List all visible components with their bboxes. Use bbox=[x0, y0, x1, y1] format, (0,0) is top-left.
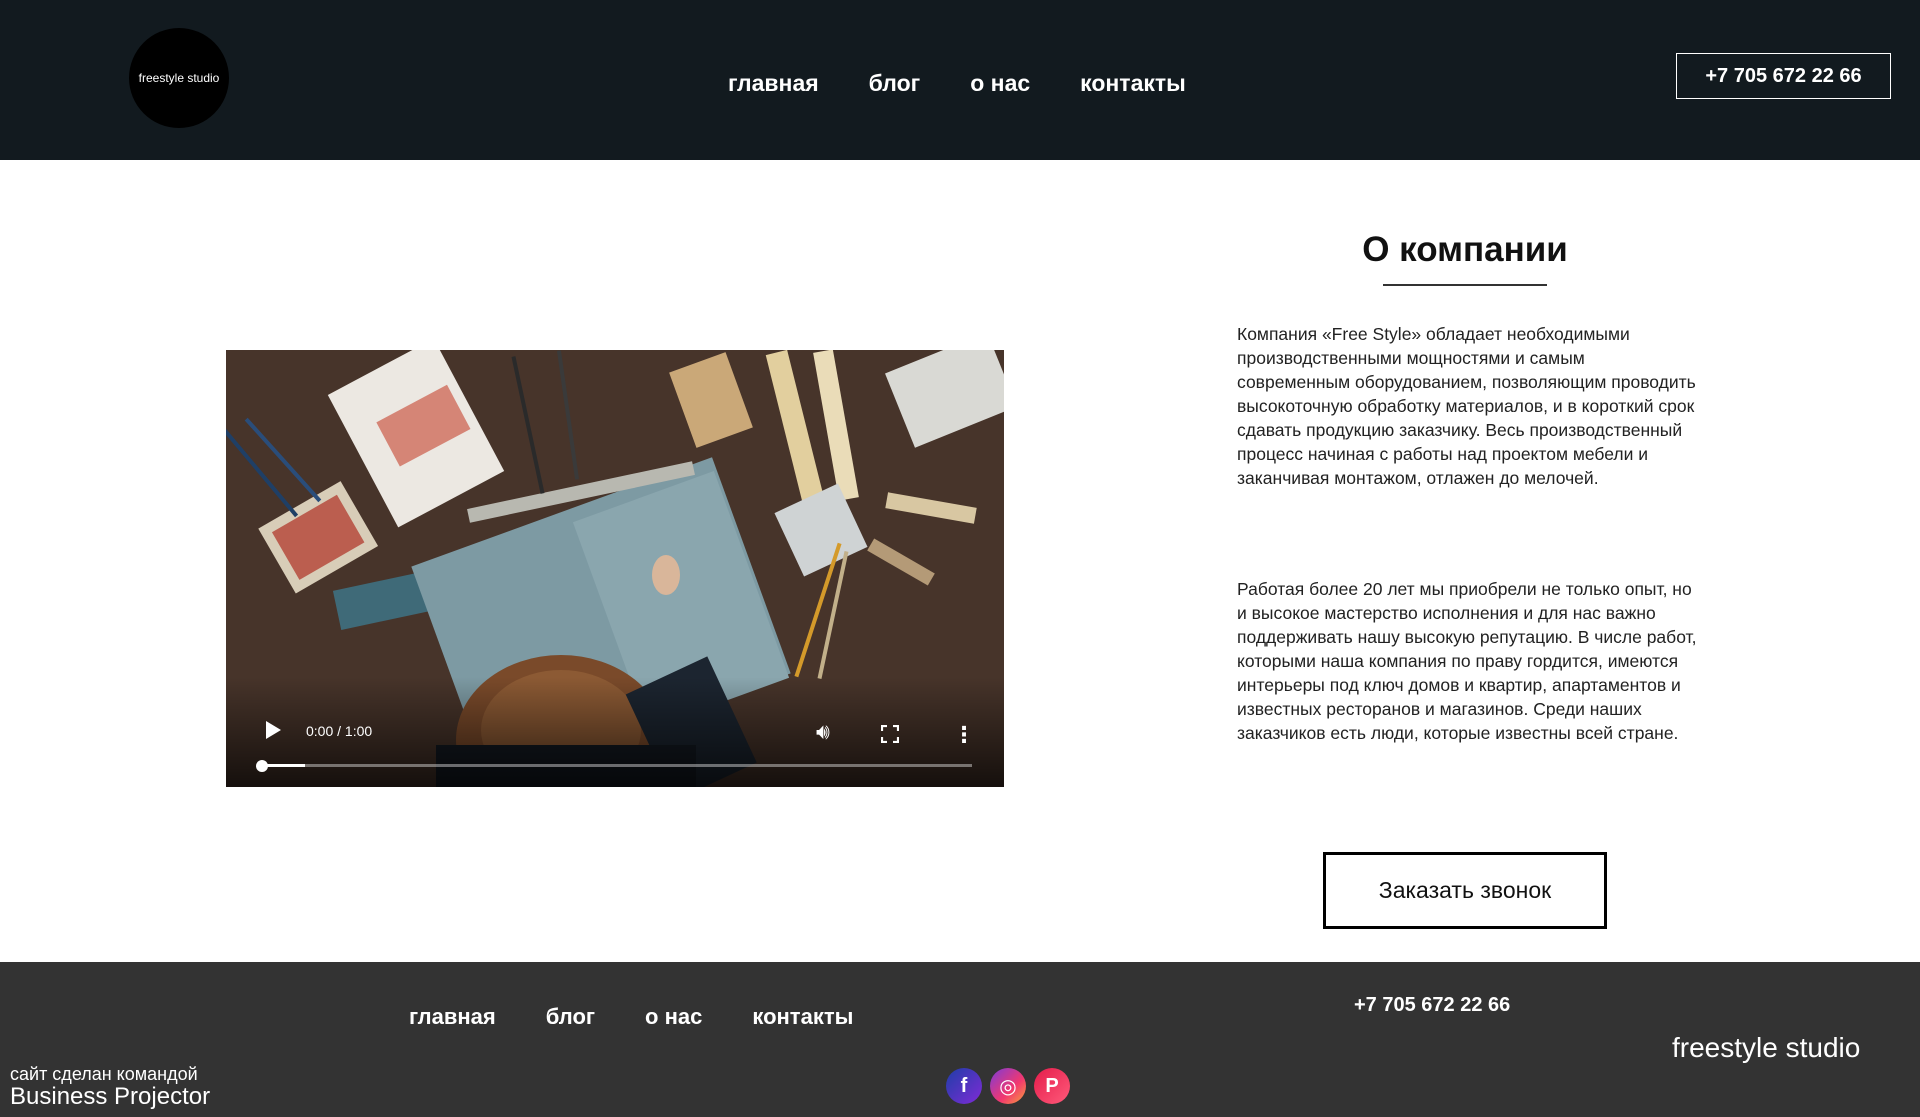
more-options-icon[interactable]: ⋮ bbox=[953, 724, 975, 746]
video-seek-handle[interactable] bbox=[256, 759, 268, 772]
facebook-icon[interactable]: f bbox=[946, 1068, 982, 1104]
video-progress-bar[interactable] bbox=[256, 759, 972, 772]
video-controls: 0:00 / 1:00 🔊︎ ⋮ bbox=[226, 677, 1004, 787]
footer-nav-item-contacts[interactable]: контакты bbox=[752, 1004, 853, 1030]
footer-nav-item-blog[interactable]: блог bbox=[546, 1004, 595, 1030]
footer-brand: freestyle studio bbox=[1672, 1032, 1861, 1063]
about-title: О компании bbox=[1362, 230, 1568, 269]
credit-line-1: сайт сделан командой bbox=[10, 1064, 198, 1084]
play-icon[interactable] bbox=[266, 721, 281, 739]
footer-phone[interactable]: +7 705 672 22 66 bbox=[1354, 994, 1510, 1017]
footer-nav: главная блог о нас контакты bbox=[409, 1004, 853, 1030]
about-paragraph-1: Компания «Free Style» обладает необходим… bbox=[1237, 324, 1696, 488]
nav-item-about[interactable]: о нас bbox=[970, 70, 1030, 97]
footer-nav-item-home[interactable]: главная bbox=[409, 1004, 496, 1030]
site-header: freestyle studio главная блог о нас конт… bbox=[0, 0, 1920, 160]
social-links: f ◎ P bbox=[946, 1068, 1070, 1104]
about-paragraph-2: Работая более 20 лет мы приобрели не тол… bbox=[1237, 579, 1697, 743]
nav-item-blog[interactable]: блог bbox=[869, 70, 921, 97]
logo-text: freestyle studio bbox=[138, 71, 220, 85]
logo[interactable]: freestyle studio bbox=[129, 28, 229, 128]
header-phone-button[interactable]: +7 705 672 22 66 bbox=[1676, 53, 1891, 99]
footer-credit[interactable]: сайт сделан командой Business Projector bbox=[10, 1064, 210, 1110]
pinterest-icon[interactable]: P bbox=[1034, 1068, 1070, 1104]
video-player[interactable]: 0:00 / 1:00 🔊︎ ⋮ bbox=[226, 350, 1004, 787]
main-nav: главная блог о нас контакты bbox=[728, 70, 1186, 97]
site-footer: главная блог о нас контакты +7 705 672 2… bbox=[0, 962, 1920, 1117]
nav-item-contacts[interactable]: контакты bbox=[1080, 70, 1186, 97]
order-call-button[interactable]: Заказать звонок bbox=[1323, 852, 1607, 929]
credit-line-2: Business Projector bbox=[10, 1083, 211, 1110]
fullscreen-icon[interactable] bbox=[881, 725, 899, 743]
footer-nav-item-about[interactable]: о нас bbox=[645, 1004, 702, 1030]
video-progress-fill bbox=[262, 764, 305, 767]
volume-icon[interactable]: 🔊︎ bbox=[816, 719, 830, 745]
title-underline bbox=[1383, 284, 1547, 286]
instagram-icon[interactable]: ◎ bbox=[990, 1068, 1026, 1104]
nav-item-home[interactable]: главная bbox=[728, 70, 819, 97]
video-time: 0:00 / 1:00 bbox=[306, 723, 373, 739]
